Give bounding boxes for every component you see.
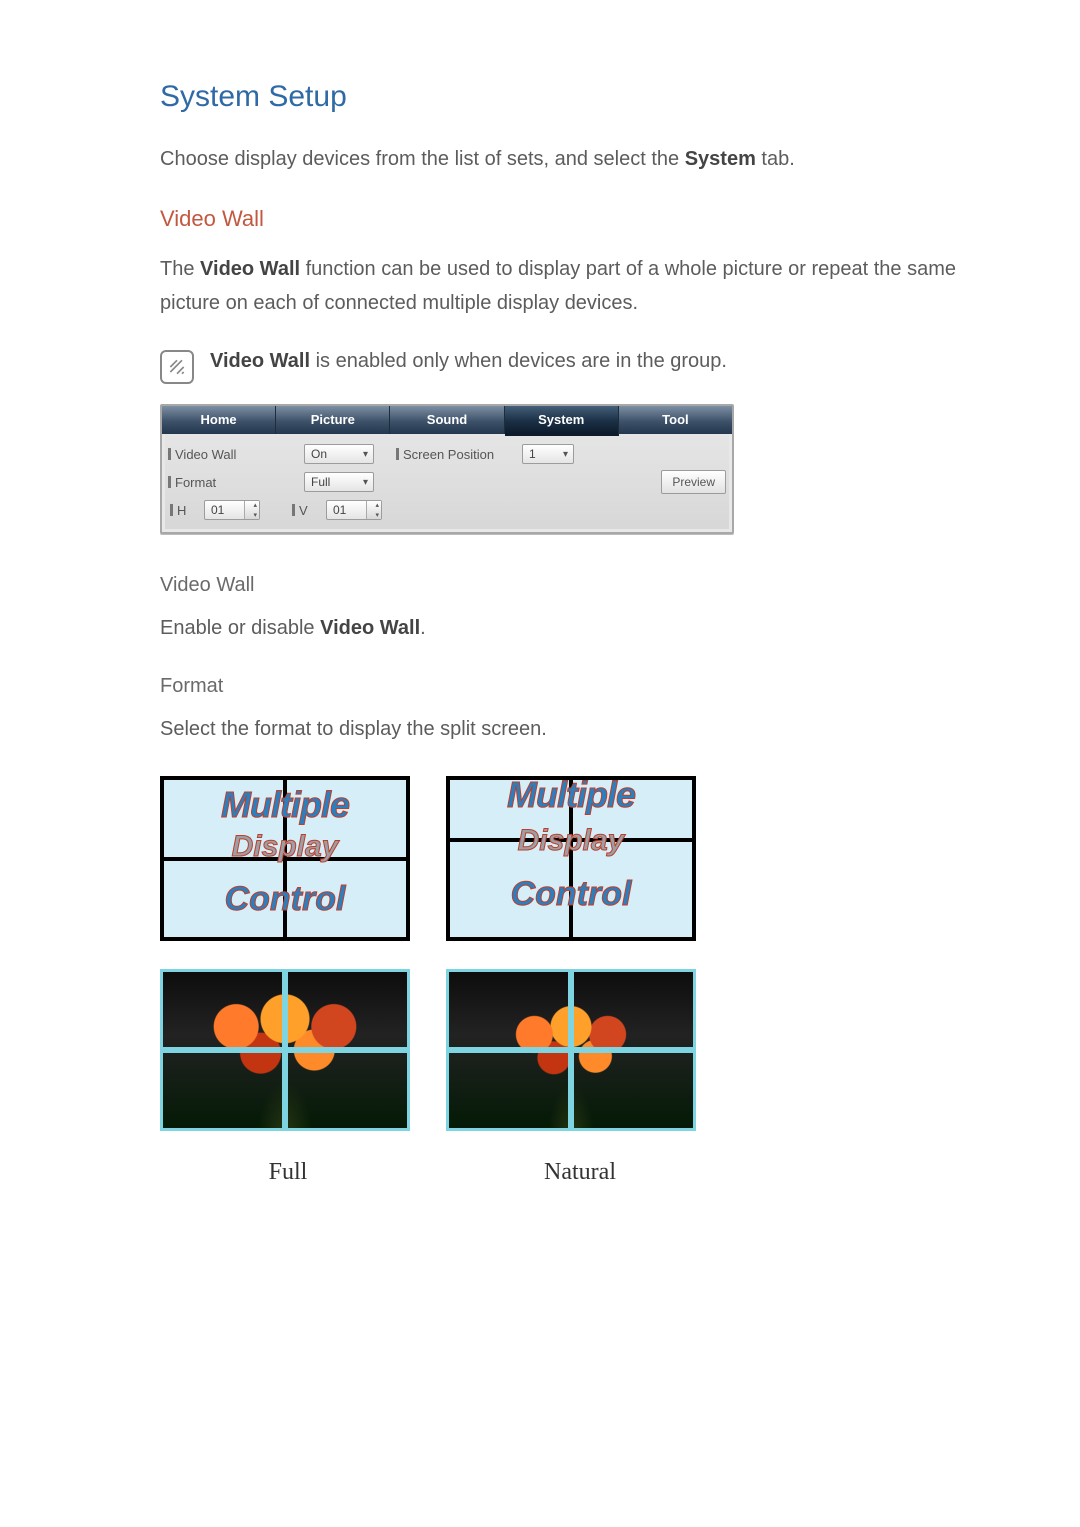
caption-row: Full Natural xyxy=(160,1159,960,1186)
tab-home[interactable]: Home xyxy=(162,406,276,434)
format-diagram-row-2 xyxy=(160,969,960,1131)
tab-picture[interactable]: Picture xyxy=(276,406,390,434)
caption-full: Full xyxy=(160,1159,416,1186)
tab-tool[interactable]: Tool xyxy=(619,406,732,434)
diagram-natural-image xyxy=(446,969,696,1131)
section-video-wall-heading: Video Wall xyxy=(160,206,960,232)
intro-suffix: tab. xyxy=(756,148,795,170)
desc-prefix: The xyxy=(160,258,200,280)
label-format: Format xyxy=(168,475,298,490)
tab-sound[interactable]: Sound xyxy=(390,406,504,434)
note-bold: Video Wall xyxy=(210,350,310,372)
system-panel: Home Picture Sound System Tool Video Wal… xyxy=(160,404,734,534)
page-title: System Setup xyxy=(160,80,960,114)
note-text: Video Wall is enabled only when devices … xyxy=(210,350,727,373)
dropdown-video-wall[interactable]: On xyxy=(304,444,374,464)
label-screen-position: Screen Position xyxy=(396,447,516,462)
caption-natural: Natural xyxy=(452,1159,708,1186)
intro-bold: System xyxy=(685,148,756,170)
subsection-video-wall-label: Video Wall xyxy=(160,574,960,597)
subsection-format-label: Format xyxy=(160,675,960,698)
dropdown-format[interactable]: Full xyxy=(304,472,374,492)
preview-button[interactable]: Preview xyxy=(661,470,726,494)
note-icon xyxy=(160,350,194,384)
note-suffix: is enabled only when devices are in the … xyxy=(310,350,727,372)
spinner-h[interactable]: 01 ▴▾ xyxy=(204,500,260,520)
tab-system[interactable]: System xyxy=(505,406,619,436)
intro-text: Choose display devices from the list of … xyxy=(160,142,960,176)
note-row: Video Wall is enabled only when devices … xyxy=(160,350,960,384)
spinner-v[interactable]: 01 ▴▾ xyxy=(326,500,382,520)
video-wall-desc: The Video Wall function can be used to d… xyxy=(160,252,960,320)
label-h: H xyxy=(170,503,198,518)
diagram-full-image xyxy=(160,969,410,1131)
diagram-natural-text: Multiple Display Control xyxy=(446,776,696,941)
label-v: V xyxy=(292,503,320,518)
subsection-format-text: Select the format to display the split s… xyxy=(160,712,960,746)
panel-tabs: Home Picture Sound System Tool xyxy=(162,406,732,436)
subsection-video-wall-text: Enable or disable Video Wall. xyxy=(160,611,960,645)
format-diagram-row-1: Multiple Display Control Multiple Displa… xyxy=(160,776,960,941)
intro-prefix: Choose display devices from the list of … xyxy=(160,148,685,170)
label-video-wall: Video Wall xyxy=(168,447,298,462)
desc-bold: Video Wall xyxy=(200,258,300,280)
dropdown-screen-position[interactable]: 1 xyxy=(522,444,574,464)
diagram-full-text: Multiple Display Control xyxy=(160,776,410,941)
